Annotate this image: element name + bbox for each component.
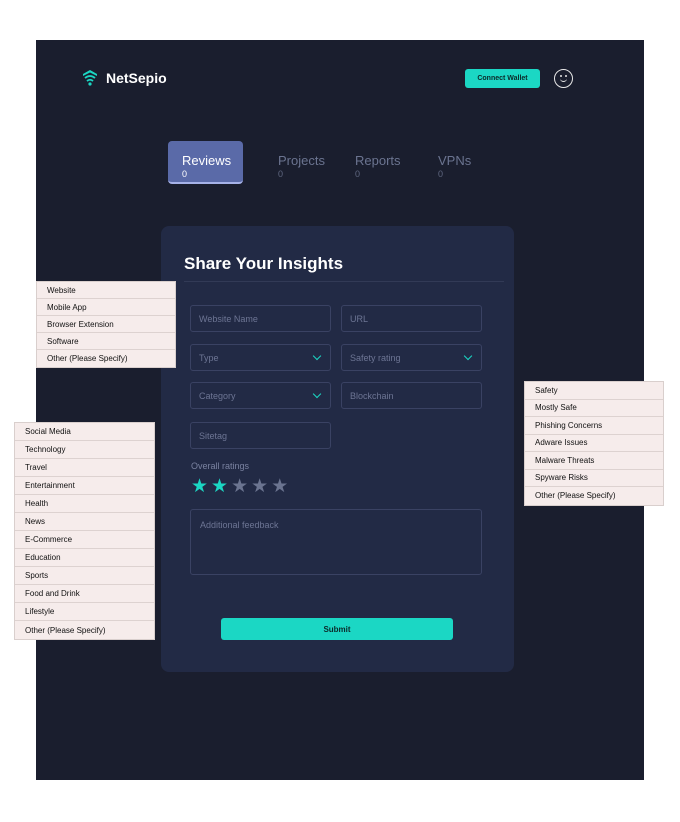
type-select[interactable]: Type <box>190 344 331 371</box>
tab-label: VPNs <box>438 153 472 168</box>
insights-form-card: Share Your Insights Website Name URL Typ… <box>161 226 514 672</box>
menu-item[interactable]: Food and Drink <box>15 585 154 603</box>
wifi-shield-icon <box>83 70 97 86</box>
star-icon[interactable]: ★ <box>231 477 248 496</box>
menu-item[interactable]: Other (Please Specify) <box>525 487 663 505</box>
placeholder: Sitetag <box>199 430 228 441</box>
menu-item[interactable]: Education <box>15 549 154 567</box>
menu-item[interactable]: E-Commerce <box>15 531 154 549</box>
tab-count: 0 <box>278 169 284 179</box>
placeholder: URL <box>350 313 369 324</box>
menu-item[interactable]: Travel <box>15 459 154 477</box>
category-select[interactable]: Category <box>190 382 331 409</box>
url-input[interactable]: URL <box>341 305 482 332</box>
divider <box>184 281 504 282</box>
submit-button[interactable]: Submit <box>221 618 453 640</box>
star-icon[interactable]: ★ <box>191 477 208 496</box>
tab-reviews[interactable]: Reviews 0 <box>168 141 243 184</box>
star-rating[interactable]: ★ ★ ★ ★ ★ <box>191 477 288 496</box>
star-icon[interactable]: ★ <box>271 477 288 496</box>
tab-label: Reports <box>355 153 401 168</box>
menu-item[interactable]: Software <box>37 333 175 350</box>
blockchain-input[interactable]: Blockchain <box>341 382 482 409</box>
chevron-down-icon <box>312 389 322 399</box>
menu-item[interactable]: Phishing Concerns <box>525 417 663 435</box>
menu-item[interactable]: Website <box>37 282 175 299</box>
menu-item[interactable]: Lifestyle <box>15 603 154 621</box>
smiley-icon[interactable] <box>554 69 573 88</box>
safety-rating-select[interactable]: Safety rating <box>341 344 482 371</box>
chevron-down-icon <box>463 351 473 361</box>
menu-item[interactable]: Mostly Safe <box>525 400 663 417</box>
tab-reports[interactable]: Reports 0 <box>341 141 416 184</box>
type-dropdown-menu: Website Mobile App Browser Extension Softwa… <box>36 281 176 368</box>
menu-item[interactable]: Adware Issues <box>525 435 663 452</box>
menu-item[interactable]: Malware Threats <box>525 452 663 470</box>
tab-count: 0 <box>438 169 444 179</box>
tab-label: Reviews <box>182 153 232 168</box>
logo-text: NetSepio <box>106 70 167 86</box>
placeholder: Safety rating <box>350 352 401 363</box>
menu-item[interactable]: Entertainment <box>15 477 154 495</box>
menu-item[interactable]: Safety <box>525 382 663 400</box>
tab-projects[interactable]: Projects 0 <box>264 141 339 184</box>
menu-item[interactable]: Other (Please Specify) <box>37 350 175 367</box>
menu-item[interactable]: Health <box>15 495 154 513</box>
placeholder: Blockchain <box>350 390 394 401</box>
tab-count: 0 <box>182 169 188 179</box>
menu-item[interactable]: Spyware Risks <box>525 470 663 487</box>
menu-item[interactable]: Social Media <box>15 423 154 441</box>
chevron-down-icon <box>312 351 322 361</box>
category-dropdown-menu: Social Media Technology Travel Entertainmen… <box>14 422 155 640</box>
star-icon[interactable]: ★ <box>211 477 228 496</box>
placeholder: Website Name <box>199 313 258 324</box>
tab-count: 0 <box>355 169 361 179</box>
logo[interactable]: NetSepio <box>80 68 167 88</box>
form-title: Share Your Insights <box>184 254 344 273</box>
sitetag-input[interactable]: Sitetag <box>190 422 331 449</box>
website-name-input[interactable]: Website Name <box>190 305 331 332</box>
connect-wallet-button[interactable]: Connect Wallet <box>465 69 540 88</box>
menu-item[interactable]: Technology <box>15 441 154 459</box>
placeholder: Additional feedback <box>200 520 279 530</box>
feedback-textarea[interactable]: Additional feedback <box>190 509 482 575</box>
ratings-label: Overall ratings <box>191 461 250 471</box>
menu-item[interactable]: Browser Extension <box>37 316 175 333</box>
menu-item[interactable]: Mobile App <box>37 299 175 316</box>
tab-label: Projects <box>278 153 325 168</box>
star-icon[interactable]: ★ <box>251 477 268 496</box>
tab-vpns[interactable]: VPNs 0 <box>424 141 484 184</box>
menu-item[interactable]: News <box>15 513 154 531</box>
placeholder: Category <box>199 390 236 401</box>
menu-item[interactable]: Sports <box>15 567 154 585</box>
safety-dropdown-menu: Safety Mostly Safe Phishing Concerns Adware… <box>524 381 664 506</box>
placeholder: Type <box>199 352 219 363</box>
menu-item[interactable]: Other (Please Specify) <box>15 621 154 639</box>
